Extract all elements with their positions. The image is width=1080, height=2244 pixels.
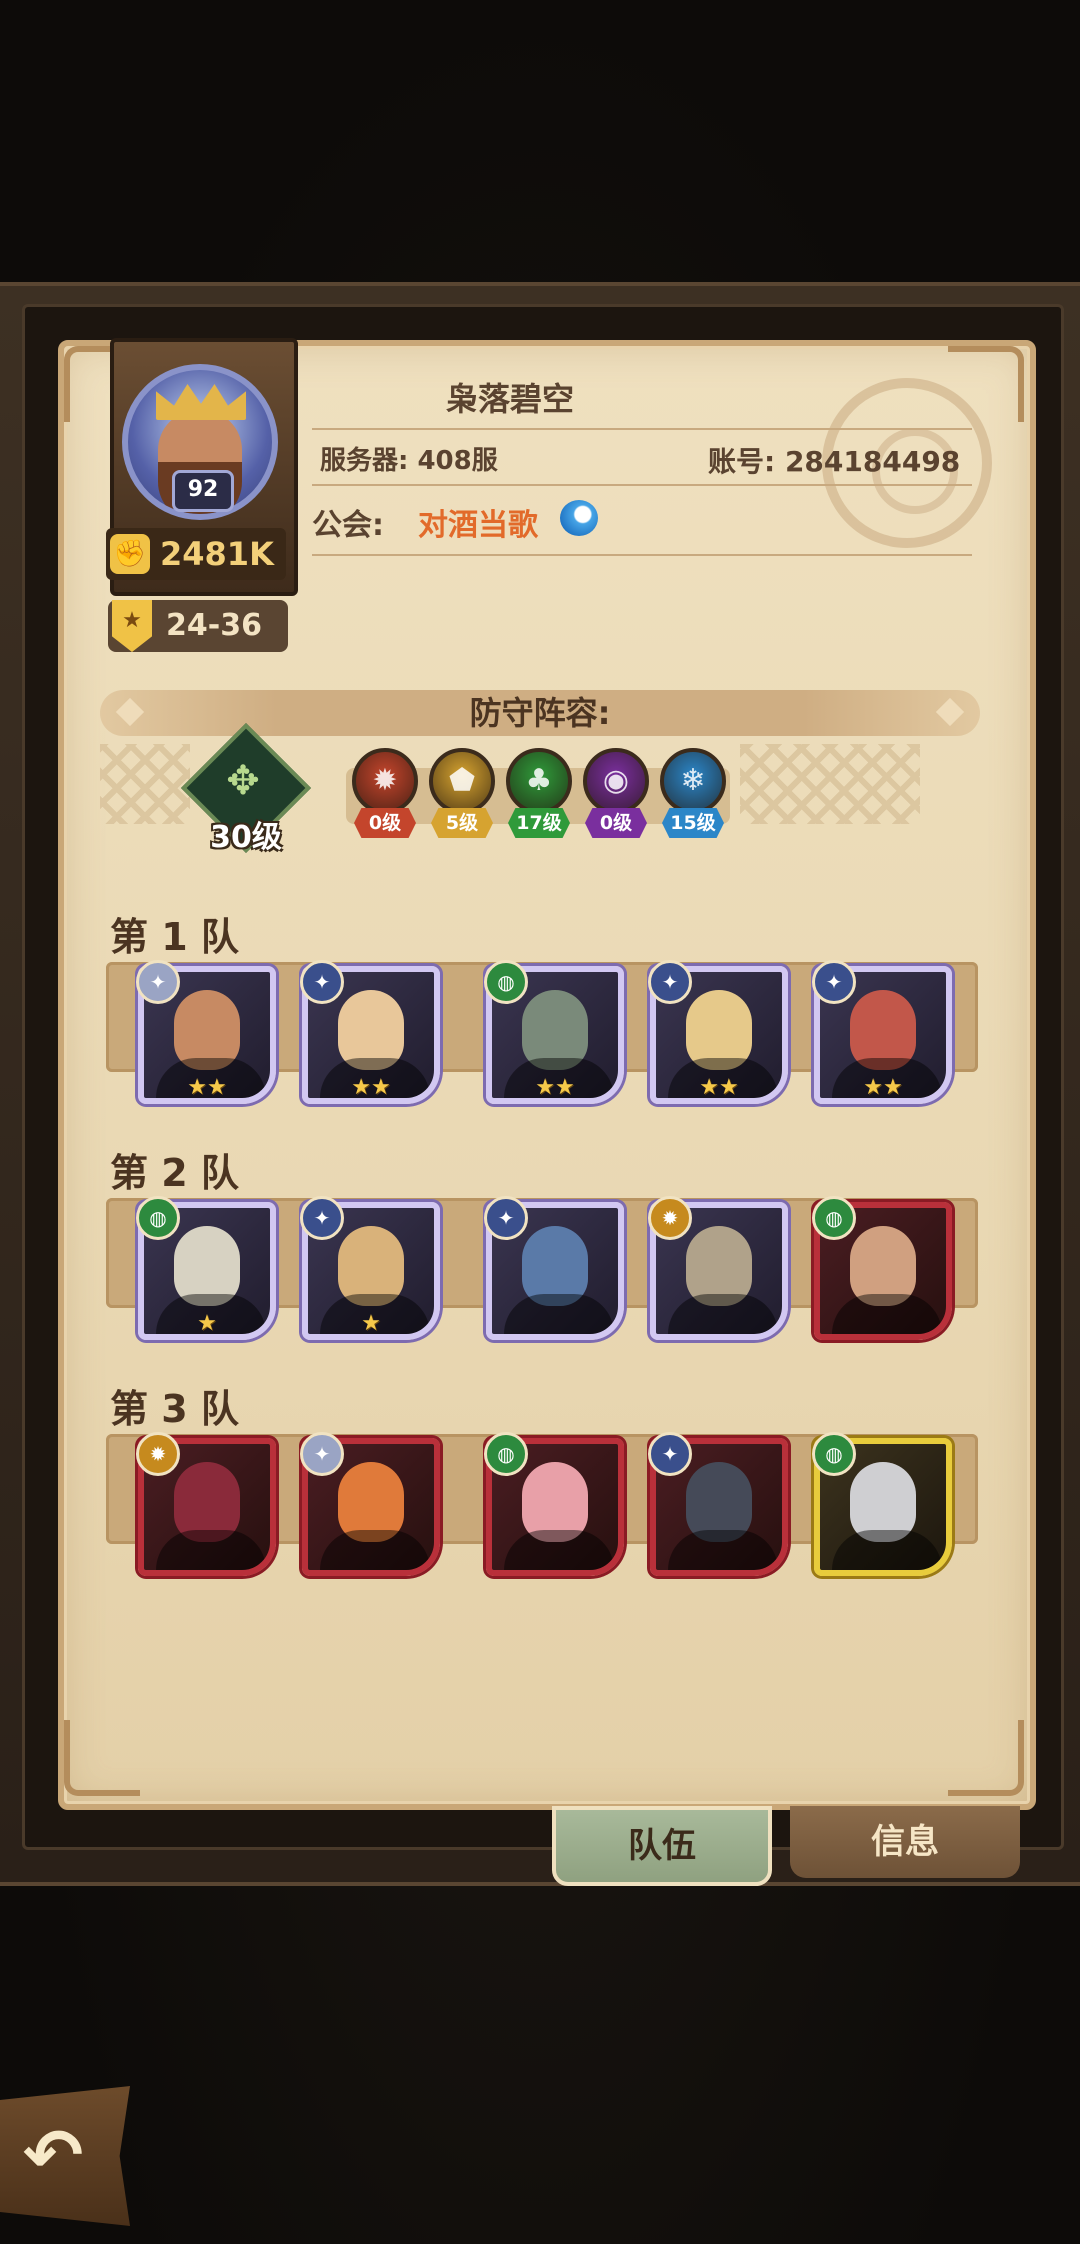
hero-stars: ★★ <box>351 1075 391 1100</box>
faction-badge-icon: ✦ <box>300 960 344 1004</box>
hero-stars <box>516 1548 594 1572</box>
hero-stars: ★ <box>361 1311 381 1336</box>
faction-glyph: ✹ <box>372 763 398 798</box>
faction-level: 0级 <box>585 808 647 838</box>
server-text: 服务器: 408服 <box>320 446 498 476</box>
faction-badge-icon: ◍ <box>812 1432 856 1476</box>
corner-ornament <box>64 1720 140 1796</box>
faction-badge-icon: ✦ <box>484 1196 528 1240</box>
team-label: 第 2 队 <box>110 1151 239 1195</box>
faction-glyph: ◉ <box>602 763 630 798</box>
hero-stars <box>680 1548 758 1572</box>
faction-badge-icon: ✦ <box>136 960 180 1004</box>
divider <box>312 428 972 430</box>
hero-stars: ★★ <box>699 1075 739 1100</box>
corner-ornament <box>948 1720 1024 1796</box>
faction-badge-icon: ◍ <box>812 1196 856 1240</box>
defense-banner: 防守阵容: <box>100 690 980 736</box>
hero-stars <box>680 1312 758 1336</box>
crown-icon <box>156 384 246 420</box>
faction-level: 5级 <box>431 808 493 838</box>
hero-stars <box>168 1548 246 1572</box>
rank-shield-icon: ★ <box>112 600 152 652</box>
tree-level: 30级 <box>210 820 282 855</box>
faction-level: 15级 <box>662 808 724 838</box>
rank-row: ★ 24-36 <box>108 600 288 652</box>
team-label: 第 3 队 <box>110 1387 239 1431</box>
hero-stars: ★ <box>197 1311 217 1336</box>
hero-stars: ★★ <box>535 1075 575 1100</box>
faction-badge-icon: ◍ <box>484 1432 528 1476</box>
faction-badge-icon: ✦ <box>648 1432 692 1476</box>
ice-faction-icon[interactable]: ❄ <box>660 748 726 814</box>
wave-icon <box>560 500 598 536</box>
faction-level: 17级 <box>508 808 570 838</box>
shield-faction-icon[interactable]: ⬟ <box>429 748 495 814</box>
tab-team[interactable]: 队伍 <box>552 1806 772 1886</box>
faction-glyph: ♣ <box>525 763 553 798</box>
faction-badge-icon: ✹ <box>136 1432 180 1476</box>
fist-icon: ✊ <box>110 534 150 574</box>
hero-stars: ★★ <box>187 1075 227 1100</box>
power-row: ✊ 2481K <box>106 528 286 580</box>
guild-name[interactable]: 对酒当歌 <box>418 500 538 544</box>
hero-stars <box>332 1548 410 1572</box>
faction-badge-icon: ✦ <box>300 1432 344 1476</box>
player-name: 枭落碧空 <box>445 380 574 418</box>
hero-stars <box>516 1312 594 1336</box>
lattice-ornament <box>740 744 920 824</box>
faction-badge-icon: ◍ <box>484 960 528 1004</box>
back-arrow-icon: ↶ <box>22 2113 84 2197</box>
guild-label: 公会: <box>312 508 384 543</box>
divider <box>312 554 972 556</box>
tab-info-label: 信息 <box>871 1822 939 1862</box>
power-value: 2481K <box>160 535 274 573</box>
hero-stars: ★★ <box>863 1075 903 1100</box>
defense-title: 防守阵容: <box>469 694 611 732</box>
faction-glyph: ❄ <box>680 763 706 798</box>
faction-badge-icon: ✦ <box>648 960 692 1004</box>
faction-badge-icon: ✦ <box>300 1196 344 1240</box>
leaf-faction-icon[interactable]: ♣ <box>506 748 572 814</box>
faction-badge-icon: ◍ <box>136 1196 180 1240</box>
faction-glyph: ⬟ <box>448 763 476 798</box>
team-label: 第 1 队 <box>110 915 239 959</box>
divider <box>312 484 972 486</box>
dark-faction-icon[interactable]: ◉ <box>583 748 649 814</box>
faction-badge-icon: ✹ <box>648 1196 692 1240</box>
faction-badge-icon: ✦ <box>812 960 856 1004</box>
fire-faction-icon[interactable]: ✹ <box>352 748 418 814</box>
hero-stars <box>844 1312 922 1336</box>
hero-stars <box>844 1548 922 1572</box>
account-text: 账号: 284184498 <box>708 445 961 478</box>
tab-team-label: 队伍 <box>628 1826 696 1866</box>
tab-info[interactable]: 信息 <box>790 1806 1020 1878</box>
tree-glyph-icon: ✥ <box>226 758 260 804</box>
lattice-ornament <box>100 744 190 824</box>
rank-value: 24-36 <box>166 608 262 643</box>
player-level: 92 <box>172 470 234 512</box>
faction-level: 0级 <box>354 808 416 838</box>
